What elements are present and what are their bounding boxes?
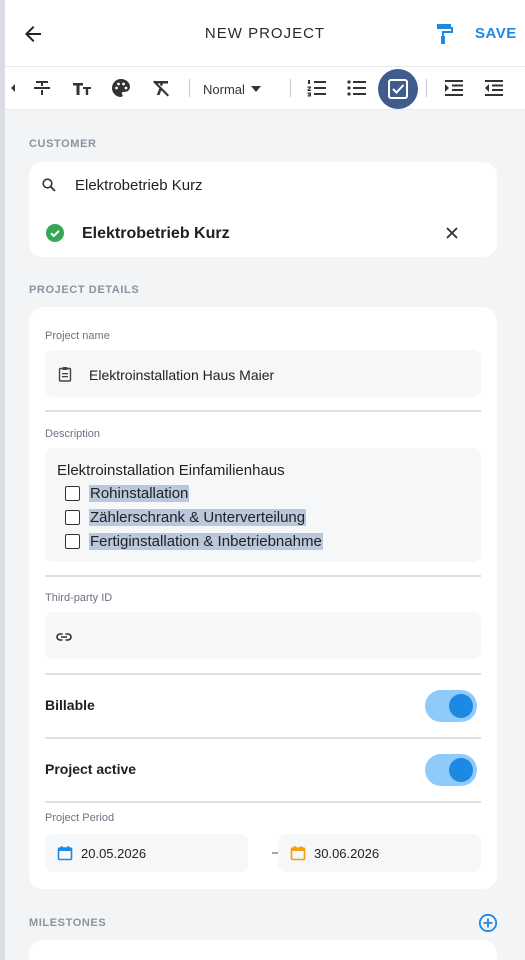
project-active-label: Project active <box>45 761 137 777</box>
checklist-item-text: Zählerschrank & Unterverteilung <box>89 508 307 526</box>
project-period-range: 20.05.2026 30.06.2026 <box>45 834 481 872</box>
selected-customer[interactable]: Elektrobetrieb Kurz <box>29 216 497 250</box>
paragraph-format-select[interactable]: Normal <box>203 79 261 99</box>
checklist-item-text: Rohinstallation <box>89 484 190 502</box>
close-icon[interactable] <box>445 226 459 240</box>
project-active-row: Project active <box>45 750 481 790</box>
selected-customer-name: Elektrobetrieb Kurz <box>82 225 230 242</box>
clear-format-icon[interactable] <box>148 75 174 101</box>
new-project-screen: NEW PROJECT SAVE Normal CUSTOMER Elektro… <box>5 0 525 960</box>
billable-row: Billable <box>45 686 481 726</box>
customer-search-value: Elektrobetrieb Kurz <box>75 177 203 194</box>
third-party-id-label: Third-party ID <box>45 592 113 604</box>
paint-roller-icon[interactable] <box>433 22 457 46</box>
outdent-icon[interactable] <box>481 75 507 101</box>
calendar-icon <box>57 846 73 861</box>
third-party-id-field[interactable] <box>45 612 481 659</box>
end-date-field[interactable]: 30.06.2026 <box>278 834 481 872</box>
project-name-value: Elektroinstallation Haus Maier <box>89 367 275 383</box>
indent-icon[interactable] <box>441 75 467 101</box>
clipboard-icon <box>58 367 72 382</box>
billable-label: Billable <box>45 697 95 713</box>
project-details-section-label: PROJECT DETAILS <box>29 284 140 296</box>
milestones-card <box>29 940 497 960</box>
chevron-left-icon[interactable] <box>5 75 27 101</box>
checklist-item-text: Fertiginstallation & Inbetriebnahme <box>89 532 323 550</box>
billable-toggle[interactable] <box>425 690 477 722</box>
checkbox[interactable] <box>65 509 80 525</box>
palette-icon[interactable] <box>108 75 134 101</box>
add-milestone-icon[interactable] <box>478 913 498 933</box>
end-date-value: 30.06.2026 <box>314 846 380 861</box>
check-circle-icon <box>46 224 64 242</box>
strikethrough-icon[interactable] <box>29 75 55 101</box>
bullet-list-icon[interactable] <box>344 75 370 101</box>
description-label: Description <box>45 428 101 440</box>
calendar-icon <box>290 846 306 861</box>
checkbox-checked-icon <box>388 79 408 99</box>
field-divider <box>45 575 481 577</box>
toolbar-divider <box>290 79 291 97</box>
field-divider <box>45 801 481 803</box>
checklist-item[interactable]: Rohinstallation <box>65 483 190 503</box>
project-period-label: Project Period <box>45 812 115 824</box>
project-name-field[interactable]: Elektroinstallation Haus Maier <box>45 350 481 397</box>
field-divider <box>45 410 481 412</box>
start-date-value: 20.05.2026 <box>81 846 147 861</box>
checkbox[interactable] <box>65 485 80 501</box>
ordered-list-icon[interactable] <box>304 75 330 101</box>
description-text: Elektroinstallation Einfamilienhaus <box>57 462 285 479</box>
toggle-knob <box>449 694 473 718</box>
format-toolbar: Normal <box>5 66 525 110</box>
text-size-icon[interactable] <box>69 75 95 101</box>
project-details-card: Project name Elektroinstallation Haus Ma… <box>29 307 497 889</box>
customer-search-input[interactable]: Elektrobetrieb Kurz <box>29 162 497 208</box>
milestones-section-label: MILESTONES <box>29 917 107 929</box>
field-divider <box>45 673 481 675</box>
project-name-label: Project name <box>45 330 110 342</box>
field-divider <box>45 737 481 739</box>
toolbar-divider <box>189 79 190 97</box>
customer-card: Elektrobetrieb Kurz Elektrobetrieb Kurz <box>29 162 497 257</box>
toggle-knob <box>449 758 473 782</box>
save-button[interactable]: SAVE <box>475 25 517 42</box>
checkbox[interactable] <box>65 533 80 549</box>
start-date-field[interactable]: 20.05.2026 <box>45 834 248 872</box>
description-editor[interactable]: Elektroinstallation Einfamilienhaus Rohi… <box>45 448 481 562</box>
format-select-value: Normal <box>203 81 245 97</box>
toolbar-divider <box>426 79 427 97</box>
checklist-button[interactable] <box>378 69 418 109</box>
checklist-item[interactable]: Fertiginstallation & Inbetriebnahme <box>65 531 323 551</box>
link-icon <box>56 633 72 641</box>
dropdown-caret-icon <box>250 86 261 92</box>
search-icon <box>42 178 56 192</box>
checklist-item[interactable]: Zählerschrank & Unterverteilung <box>65 507 307 527</box>
project-active-toggle[interactable] <box>425 754 477 786</box>
customer-section-label: CUSTOMER <box>29 138 97 150</box>
app-bar: NEW PROJECT SAVE <box>5 0 525 66</box>
